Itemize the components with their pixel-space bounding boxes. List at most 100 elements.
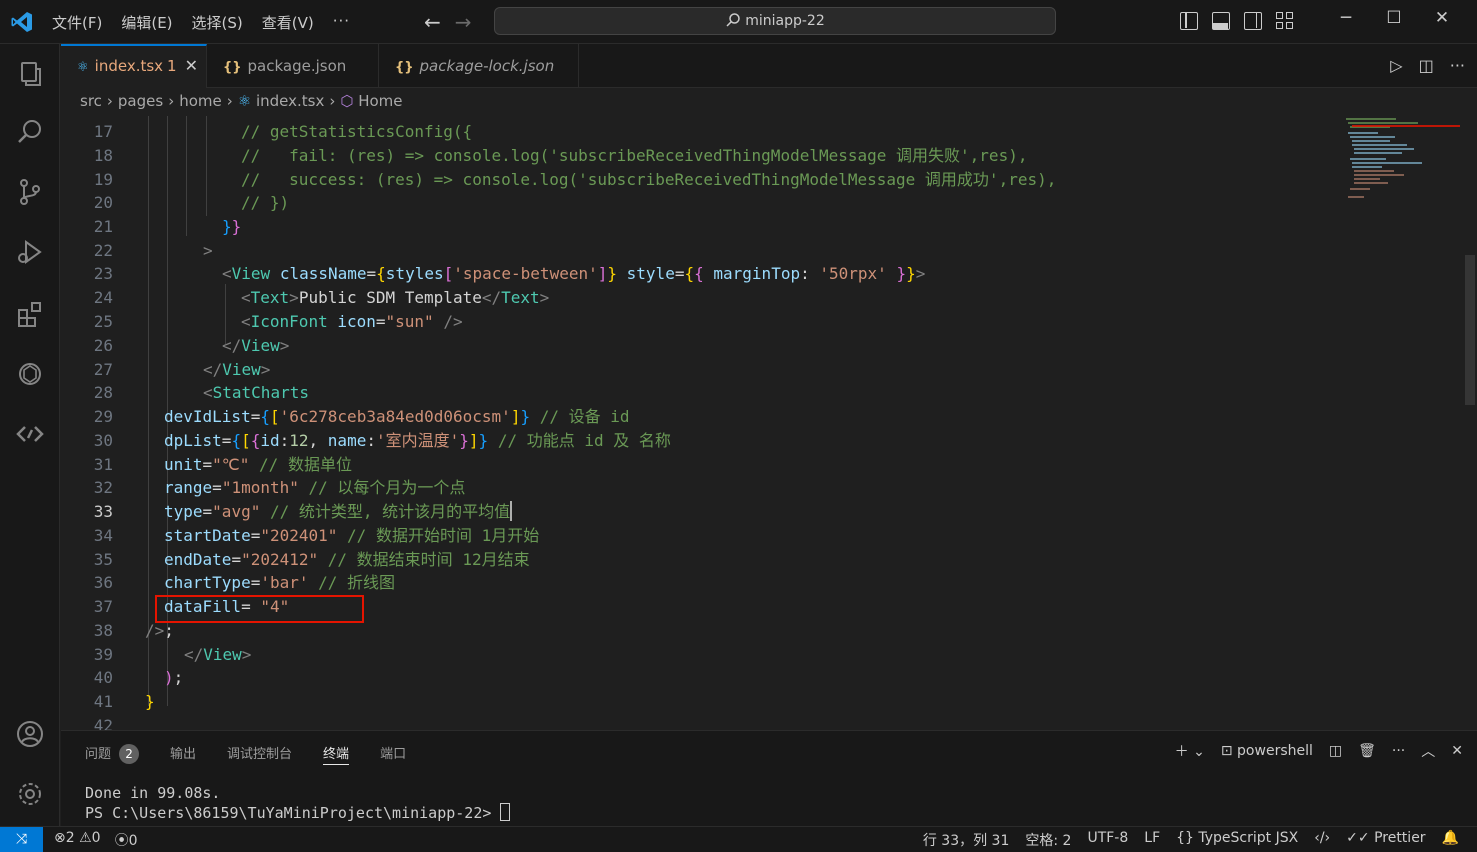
run-and-debug-icon[interactable] xyxy=(14,236,46,268)
line-number: 29 xyxy=(93,407,113,426)
code-editor[interactable]: 17 // getStatisticsConfig({ 18 // fail: (r… xyxy=(61,116,1341,730)
menu-view[interactable]: 查看(V) xyxy=(262,12,314,33)
status-right: 行 33，列 31 空格: 2 UTF-8 LF {} TypeScript J… xyxy=(923,830,1459,850)
terminal-output[interactable]: Done in 99.08s. PS C:\Users\86159\TuYaMin… xyxy=(85,783,511,823)
line-number: 18 xyxy=(93,146,113,165)
back-arrow-icon[interactable]: ← xyxy=(424,10,441,34)
cursor-position[interactable]: 行 33，列 31 xyxy=(923,830,1010,850)
line-number: 31 xyxy=(93,455,113,474)
navigation-arrows: ← → xyxy=(424,10,472,34)
source-control-icon[interactable] xyxy=(14,176,46,208)
toggle-secondary-sidebar-icon[interactable] xyxy=(1244,12,1262,30)
language-mode[interactable]: {} TypeScript JSX xyxy=(1176,830,1298,850)
line-number: 38 xyxy=(93,621,113,640)
tab-debug-console[interactable]: 调试控制台 xyxy=(227,743,292,765)
tab-index-tsx[interactable]: ⚛ index.tsx 1 ✕ xyxy=(61,44,207,88)
settings-gear-icon[interactable] xyxy=(14,778,46,810)
code-line: 32 range="1month" // 以每个月为一个点 xyxy=(61,476,1341,500)
panel-actions: ＋ ⌄ ⊡ powershell ◫ 🗑 ··· ︿ ✕ xyxy=(1175,741,1463,761)
vscode-logo-icon[interactable] xyxy=(10,10,34,34)
remote-indicator-icon[interactable]: ⤨ xyxy=(0,827,43,852)
layout-controls xyxy=(1180,12,1294,30)
code-line: 25 <IconFont icon="sun" /> xyxy=(61,310,1341,334)
close-panel-icon[interactable]: ✕ xyxy=(1451,743,1463,759)
code-line: 20 // }) xyxy=(61,191,1341,215)
activity-bar xyxy=(0,44,60,826)
search-label: miniapp-22 xyxy=(745,13,825,29)
broadcast-icon: ⦿ xyxy=(114,833,129,849)
shell-label: powershell xyxy=(1237,743,1313,759)
error-count: 2 xyxy=(65,830,75,846)
menu-file[interactable]: 文件(F) xyxy=(52,12,102,33)
component-cube-icon: ⬡ xyxy=(340,92,359,110)
code-line: 41} xyxy=(61,690,1341,714)
search-icon[interactable] xyxy=(14,116,46,148)
prettier-status[interactable]: ✓✓ Prettier xyxy=(1346,830,1425,850)
tab-output[interactable]: 输出 xyxy=(170,743,196,765)
editor-scrollbar[interactable] xyxy=(1463,116,1477,730)
more-actions-icon[interactable]: ··· xyxy=(1450,56,1465,75)
tab-problems[interactable]: 问题 2 xyxy=(85,743,140,765)
tab-package-json[interactable]: {} package.json xyxy=(207,44,379,88)
breadcrumb-home[interactable]: home xyxy=(179,92,222,110)
terminal-prompt: PS C:\Users\86159\TuYaMiniProject\miniap… xyxy=(85,804,501,822)
accounts-icon[interactable] xyxy=(14,718,46,750)
line-number: 27 xyxy=(93,360,113,379)
menu-more[interactable]: ··· xyxy=(333,12,350,33)
notifications-bell-icon[interactable]: 🔔 xyxy=(1442,830,1459,850)
tab-package-lock-json[interactable]: {} package-lock.json xyxy=(379,44,579,88)
react-icon: ⚛ xyxy=(237,92,256,110)
split-terminal-icon[interactable]: ◫ xyxy=(1329,743,1342,759)
more-actions-icon[interactable]: ··· xyxy=(1392,743,1405,759)
line-number: 23 xyxy=(93,264,113,283)
problems-count-badge: 2 xyxy=(119,744,140,764)
new-terminal-button[interactable]: ＋ ⌄ xyxy=(1175,741,1205,761)
encoding-status[interactable]: UTF-8 xyxy=(1087,830,1128,850)
customize-layout-icon[interactable] xyxy=(1276,12,1294,30)
trash-icon[interactable]: 🗑 xyxy=(1358,743,1376,759)
double-check-icon: ✓✓ xyxy=(1346,830,1375,846)
warning-icon: ⚠ xyxy=(79,830,92,846)
line-number: 32 xyxy=(93,478,113,497)
close-window-button[interactable]: ✕ xyxy=(1418,8,1466,28)
tab-ports[interactable]: 端口 xyxy=(380,743,406,765)
maximize-panel-icon[interactable]: ︿ xyxy=(1421,741,1435,761)
toggle-panel-icon[interactable] xyxy=(1212,12,1230,30)
indentation-status[interactable]: 空格: 2 xyxy=(1025,830,1071,850)
chevron-right-icon: › xyxy=(168,92,175,110)
code-line: 19 // success: (res) => console.log('subs… xyxy=(61,168,1341,192)
breadcrumb-file[interactable]: index.tsx xyxy=(256,92,324,110)
problems-status[interactable]: ⊗2 ⚠0 xyxy=(54,830,101,850)
close-tab-icon[interactable]: ✕ xyxy=(185,56,198,75)
tab-label: package.json xyxy=(247,57,347,75)
terminal-shell-selector[interactable]: ⊡ powershell xyxy=(1221,743,1313,759)
explorer-icon[interactable] xyxy=(14,58,46,90)
eol-status[interactable]: LF xyxy=(1144,830,1160,850)
code-icon[interactable]: ‹/› xyxy=(1314,830,1330,850)
forward-arrow-icon[interactable]: → xyxy=(455,10,472,34)
breadcrumb-pages[interactable]: pages xyxy=(118,92,163,110)
code-line: 22 > xyxy=(61,239,1341,263)
toggle-primary-sidebar-icon[interactable] xyxy=(1180,12,1198,30)
maximize-button[interactable]: ☐ xyxy=(1370,8,1418,28)
command-center-search[interactable]: miniapp-22 xyxy=(494,7,1056,35)
line-number: 24 xyxy=(93,288,113,307)
extensions-icon[interactable] xyxy=(14,298,46,330)
scrollbar-thumb[interactable] xyxy=(1465,255,1475,405)
tab-terminal[interactable]: 终端 xyxy=(323,743,350,765)
remote-code-icon[interactable] xyxy=(14,418,46,450)
breadcrumb-symbol[interactable]: Home xyxy=(358,92,402,110)
menu-selection[interactable]: 选择(S) xyxy=(192,12,243,33)
breadcrumb-src[interactable]: src xyxy=(80,92,102,110)
split-editor-icon[interactable]: ◫ xyxy=(1419,56,1434,75)
code-comment: // fail: (res) => console.log('subscribe… xyxy=(241,146,1028,165)
error-icon: ⊗ xyxy=(54,830,66,846)
run-icon[interactable]: ▷ xyxy=(1390,56,1402,75)
minimap[interactable] xyxy=(1342,116,1462,730)
window-controls: ─ ☐ ✕ xyxy=(1322,8,1466,28)
ports-status[interactable]: ⦿0 xyxy=(115,830,138,850)
tab-label: index.tsx xyxy=(94,57,164,75)
menu-edit[interactable]: 编辑(E) xyxy=(121,12,172,33)
chatgpt-icon[interactable] xyxy=(14,358,46,390)
minimize-button[interactable]: ─ xyxy=(1322,8,1370,28)
